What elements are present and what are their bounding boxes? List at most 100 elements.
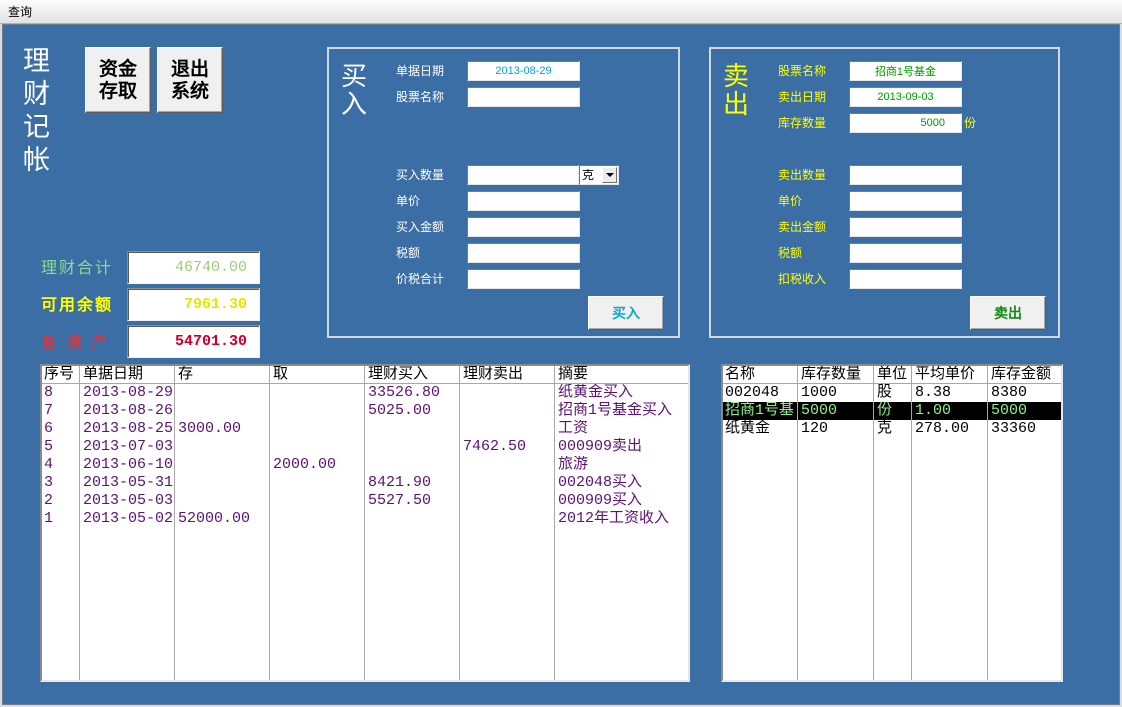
buy-total-field[interactable]	[467, 269, 580, 289]
column-divider	[174, 366, 175, 680]
column-header-sell[interactable]: 理财卖出	[460, 366, 555, 383]
column-header-seq[interactable]: 序号	[42, 366, 80, 383]
sell-stock-name-field[interactable]	[849, 61, 962, 81]
sell-date-field[interactable]	[849, 87, 962, 107]
button-label-line2: 系统	[170, 80, 209, 102]
table-row-selected[interactable]: 招商1号基 5000 份 1.00 5000	[723, 402, 1061, 420]
chevron-down-icon[interactable]	[602, 167, 617, 183]
sell-cell	[460, 510, 555, 528]
sell-date-label: 卖出日期	[778, 90, 827, 104]
buy-cell	[365, 438, 460, 456]
column-header-deposit[interactable]: 存	[175, 366, 270, 383]
avg-price-cell: 8.38	[915, 384, 952, 401]
net-income-field[interactable]	[849, 269, 962, 289]
seq-cell: 4	[44, 456, 54, 473]
sell-button[interactable]: 卖出	[970, 296, 1046, 330]
button-label-line1: 资金	[98, 58, 137, 80]
sell-panel: 卖出 股票名称 卖出日期 库存数量 份 卖出数量 单价 卖出金额 税额 扣税收入…	[709, 47, 1060, 338]
sell-amount-label: 卖出金额	[778, 220, 827, 234]
fund-deposit-withdraw-button[interactable]: 资金 存取	[85, 47, 151, 113]
avg-price-cell: 278.00	[915, 420, 970, 437]
buy-quantity-field[interactable]	[467, 165, 579, 185]
column-header-stock-quantity[interactable]: 库存数量	[798, 366, 874, 383]
date-cell: 2013-06-10	[83, 456, 174, 473]
seq-cell: 5	[44, 438, 54, 455]
seq-cell: 6	[44, 420, 54, 437]
sell-quantity-label: 卖出数量	[778, 168, 827, 182]
table-body: 8 2013-08-29 33526.80 纸黄金买入 7 2013-08-26 5025.…	[42, 384, 688, 528]
table-row[interactable]: 002048 1000 股 8.38 8380	[723, 384, 1061, 402]
quantity-unit-select[interactable]: 克	[579, 165, 619, 185]
table-row[interactable]: 4 2013-06-10 2000.00 旅游	[42, 456, 688, 474]
button-label-line2: 存取	[98, 80, 137, 102]
table-row[interactable]: 8 2013-08-29 33526.80 纸黄金买入	[42, 384, 688, 402]
column-header-avg-price[interactable]: 平均单价	[912, 366, 988, 383]
dropdown-arrow	[606, 173, 614, 177]
date-cell: 2013-05-02	[83, 510, 174, 527]
unit-cell: 克	[877, 420, 893, 437]
stock-quantity-field[interactable]	[849, 113, 962, 133]
name-cell: 纸黄金	[725, 420, 771, 437]
table-body: 002048 1000 股 8.38 8380 招商1号基 5000 份 1.00 5000 纸黄金…	[723, 384, 1061, 438]
column-header-summary[interactable]: 摘要	[555, 366, 688, 383]
deposit-cell	[175, 438, 270, 456]
sell-amount-field[interactable]	[849, 217, 962, 237]
column-divider	[459, 366, 460, 680]
summary-cell: 工资	[558, 420, 589, 437]
summary-cell: 000909买入	[558, 492, 643, 509]
withdraw-cell: 2000.00	[273, 456, 337, 473]
sell-cell: 7462.50	[463, 438, 527, 455]
buy-date-field[interactable]	[467, 61, 580, 81]
buy-cell: 5527.50	[368, 492, 432, 509]
buy-stock-name-field[interactable]	[467, 87, 580, 107]
column-divider	[364, 366, 365, 680]
column-header-date[interactable]: 单据日期	[80, 366, 175, 383]
column-header-withdraw[interactable]: 取	[270, 366, 365, 383]
buy-date-label: 单据日期	[396, 64, 445, 78]
stock-amount-cell: 8380	[991, 384, 1028, 401]
table-row[interactable]: 6 2013-08-25 3000.00 工资	[42, 420, 688, 438]
deposit-cell: 3000.00	[178, 420, 242, 437]
column-divider	[554, 366, 555, 680]
column-header-buy[interactable]: 理财买入	[365, 366, 460, 383]
table-row[interactable]: 5 2013-07-03 7462.50 000909卖出	[42, 438, 688, 456]
stock-quantity-label: 库存数量	[778, 116, 827, 130]
column-divider	[873, 366, 874, 680]
transactions-table[interactable]: 序号 单据日期 存 取 理财买入 理财卖出 摘要 8 2013-08-29 3352…	[40, 364, 690, 682]
investment-total-value: 46740.00	[127, 251, 260, 284]
column-divider	[797, 366, 798, 680]
net-income-label: 扣税收入	[778, 272, 827, 286]
buy-button[interactable]: 买入	[588, 296, 664, 330]
stock-quantity-cell: 5000	[801, 402, 838, 419]
buy-unit-price-field[interactable]	[467, 191, 580, 211]
exit-system-button[interactable]: 退出 系统	[157, 47, 223, 113]
table-row[interactable]: 纸黄金 120 克 278.00 33360	[723, 420, 1061, 438]
stock-quantity-cell: 1000	[801, 384, 838, 401]
buy-cell: 8421.90	[368, 474, 432, 491]
column-divider	[269, 366, 270, 680]
table-row[interactable]: 1 2013-05-02 52000.00 2012年工资收入	[42, 510, 688, 528]
sell-tax-field[interactable]	[849, 243, 962, 263]
sell-quantity-field[interactable]	[849, 165, 962, 185]
table-row[interactable]: 3 2013-05-31 8421.90 002048买入	[42, 474, 688, 492]
buy-tax-field[interactable]	[467, 243, 580, 263]
buy-cell	[365, 456, 460, 474]
column-divider	[79, 366, 80, 680]
buy-amount-field[interactable]	[467, 217, 580, 237]
button-label-line1: 退出	[170, 58, 209, 80]
stock-quantity-cell: 120	[801, 420, 829, 437]
window-title-bar[interactable]: 查询	[0, 0, 1122, 24]
withdraw-cell	[270, 384, 365, 402]
column-header-name[interactable]: 名称	[723, 366, 798, 383]
holdings-table[interactable]: 名称 库存数量 单位 平均单价 库存金额 002048 1000 股 8.38 8380…	[721, 364, 1063, 682]
stock-amount-cell: 5000	[991, 402, 1028, 419]
buy-panel: 买入 单据日期 股票名称 买入数量 克 单价 买入金额 税额 价税合计 买入	[327, 47, 680, 338]
deposit-cell	[175, 492, 270, 510]
table-row[interactable]: 7 2013-08-26 5025.00 招商1号基金买入	[42, 402, 688, 420]
withdraw-cell	[270, 438, 365, 456]
column-header-stock-amount[interactable]: 库存金额	[988, 366, 1061, 383]
table-row[interactable]: 2 2013-05-03 5527.50 000909买入	[42, 492, 688, 510]
date-cell: 2013-08-25	[83, 420, 174, 437]
column-header-unit[interactable]: 单位	[874, 366, 912, 383]
sell-unit-price-field[interactable]	[849, 191, 962, 211]
